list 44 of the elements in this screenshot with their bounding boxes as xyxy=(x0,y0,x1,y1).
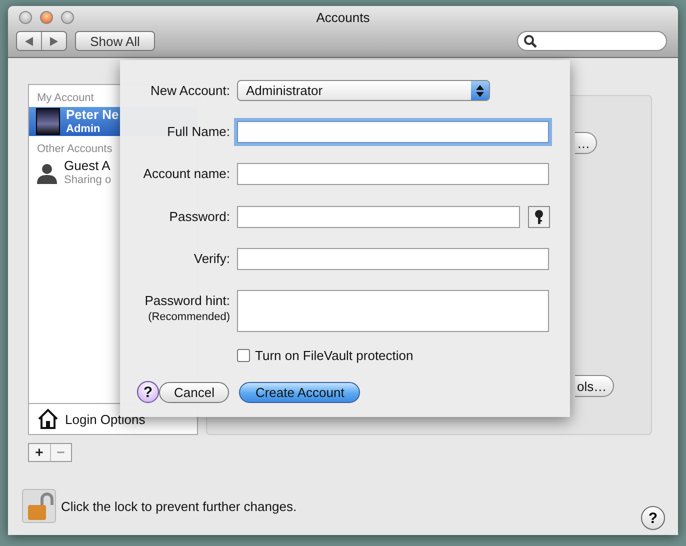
account-name: Peter Ne xyxy=(66,108,119,122)
field-sublabel: (Recommended) xyxy=(148,310,230,325)
checkbox-label: Turn on FileVault protection xyxy=(255,348,414,363)
field-label: New Account: xyxy=(150,82,230,100)
button[interactable]: ols… xyxy=(575,375,614,397)
text-field[interactable] xyxy=(237,121,549,143)
create-account-button[interactable]: Create Account xyxy=(239,382,360,402)
account-role: Admin xyxy=(66,122,102,136)
password-field[interactable] xyxy=(237,206,520,228)
forward-icon[interactable] xyxy=(49,37,59,46)
account-type-popup[interactable]: Administrator xyxy=(237,80,490,101)
field-label: Password hint: xyxy=(144,293,230,309)
account-name: Guest A xyxy=(64,158,112,172)
window-title: Accounts xyxy=(315,10,371,25)
cancel-button[interactable]: Cancel xyxy=(159,382,230,402)
checkbox[interactable] xyxy=(237,349,250,362)
section-header: My Account xyxy=(37,92,94,104)
unlocked-lock-icon[interactable] xyxy=(22,489,56,523)
hint-field[interactable] xyxy=(237,290,549,332)
window-button[interactable] xyxy=(61,11,74,24)
search-icon xyxy=(524,35,537,48)
add-button[interactable]: + xyxy=(29,444,50,461)
text-field[interactable] xyxy=(237,163,549,185)
login-options-label: Login Options xyxy=(65,412,146,426)
person-icon xyxy=(36,162,58,184)
field-label: Account name: xyxy=(142,165,230,183)
help-button[interactable]: ? xyxy=(137,381,159,403)
text-field[interactable] xyxy=(237,248,549,270)
lock-message: Click the lock to prevent further changes. xyxy=(61,498,297,514)
show-all-button[interactable]: Show All xyxy=(75,31,155,51)
stepper-arrows-icon xyxy=(476,84,484,96)
search-field[interactable] xyxy=(517,31,667,51)
key-icon[interactable] xyxy=(528,206,550,228)
help-button[interactable]: ? xyxy=(641,506,665,530)
section-header: Other Accounts xyxy=(37,143,112,155)
field-label: Password: xyxy=(168,208,230,226)
back-icon[interactable] xyxy=(24,37,34,46)
account-role: Sharing o xyxy=(64,172,112,186)
close-button[interactable] xyxy=(40,11,53,24)
button[interactable]: … xyxy=(575,132,597,154)
field-label: Verify: xyxy=(192,250,230,268)
photo-placeholder xyxy=(36,108,60,135)
window-button[interactable] xyxy=(19,11,32,24)
house-icon xyxy=(37,408,59,430)
